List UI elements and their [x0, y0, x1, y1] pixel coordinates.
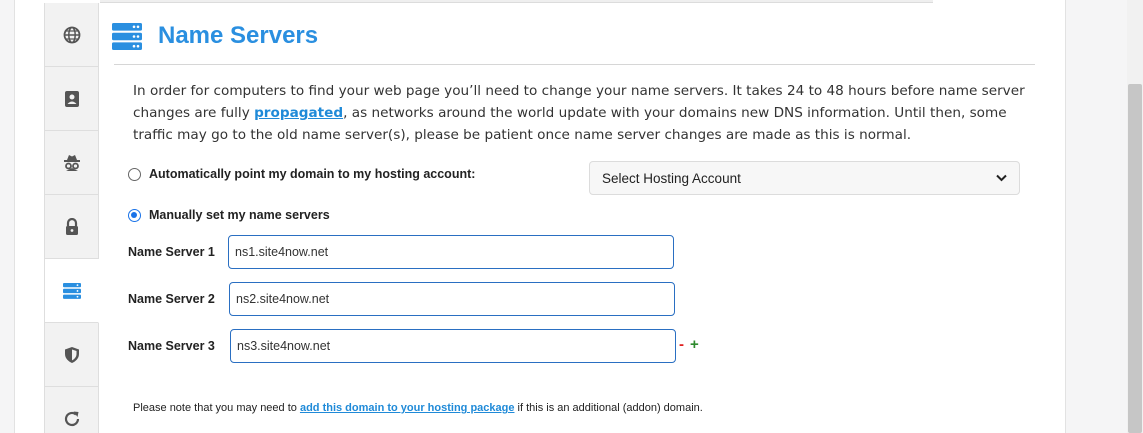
tab-lock[interactable]: [44, 195, 99, 259]
note-text-before: Please note that you may need to: [133, 402, 300, 414]
auto-point-option[interactable]: Automatically point my domain to my host…: [128, 167, 475, 181]
top-divider: [100, 0, 933, 3]
tab-security[interactable]: [44, 323, 99, 387]
scrollbar-thumb[interactable]: [1128, 84, 1142, 433]
tab-privacy[interactable]: [44, 131, 99, 195]
tab-contacts[interactable]: [44, 67, 99, 131]
auto-point-radio[interactable]: [128, 167, 141, 181]
add-name-server-button[interactable]: +: [690, 336, 699, 353]
tab-domain[interactable]: [44, 3, 99, 67]
name-server-1-label: Name Server 1: [128, 245, 215, 259]
name-server-2-input[interactable]: ns2.site4now.net: [229, 282, 675, 316]
name-server-1-input[interactable]: ns1.site4now.net: [228, 235, 674, 269]
section-header: Name Servers: [112, 22, 318, 50]
server-stack-icon: [112, 22, 142, 50]
server-stack-icon: [62, 282, 81, 299]
page-title: Name Servers: [158, 22, 319, 49]
manual-set-label: Manually set my name servers: [149, 208, 330, 222]
refresh-icon: [64, 411, 79, 426]
tab-name-servers[interactable]: [44, 259, 99, 323]
contact-card-icon: [64, 90, 79, 107]
addon-domain-note: Please note that you may need to add thi…: [133, 402, 703, 414]
hosting-account-selected: Select Hosting Account: [602, 170, 741, 186]
sidebar-tabs: [44, 3, 99, 433]
globe-icon: [63, 26, 80, 43]
name-server-3-label: Name Server 3: [128, 339, 215, 353]
incognito-icon: [63, 154, 80, 171]
tab-renew[interactable]: [44, 387, 99, 433]
chevron-down-icon: [996, 174, 1007, 182]
shield-icon: [64, 346, 79, 363]
note-text-after: if this is an additional (addon) domain.: [514, 402, 703, 414]
intro-paragraph: In order for computers to find your web …: [133, 80, 1038, 146]
name-server-3-input[interactable]: ns3.site4now.net: [230, 329, 676, 363]
auto-point-label: Automatically point my domain to my host…: [149, 167, 476, 181]
manual-set-radio[interactable]: [128, 208, 141, 222]
name-server-2-label: Name Server 2: [128, 292, 215, 306]
propagated-link[interactable]: propagated: [254, 105, 343, 121]
remove-name-server-button[interactable]: -: [679, 336, 684, 353]
title-divider: [114, 64, 1035, 65]
hosting-account-select[interactable]: Select Hosting Account: [589, 161, 1020, 195]
manual-set-option[interactable]: Manually set my name servers: [128, 208, 330, 222]
add-domain-to-hosting-link[interactable]: add this domain to your hosting package: [300, 402, 515, 414]
lock-icon: [65, 217, 78, 235]
